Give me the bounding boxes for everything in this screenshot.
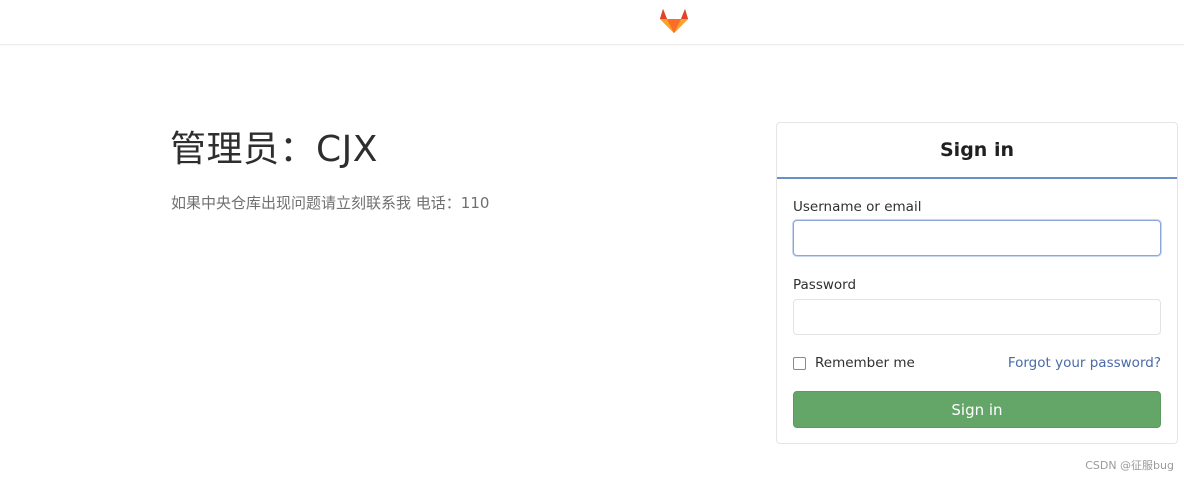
remember-me-checkbox[interactable] — [793, 356, 806, 370]
top-navbar — [0, 0, 1184, 45]
gitlab-logo-icon[interactable] — [659, 6, 689, 34]
watermark: CSDN @征服bug — [1085, 459, 1174, 472]
page-title: 管理员：CJX — [170, 129, 378, 170]
remember-me-label[interactable]: Remember me — [815, 355, 915, 371]
username-input[interactable] — [793, 220, 1161, 256]
password-input[interactable] — [793, 299, 1161, 335]
login-box: Sign in Username or email Password Remem… — [776, 122, 1178, 444]
remember-me: Remember me — [793, 355, 915, 371]
password-label: Password — [793, 277, 857, 293]
forgot-password-link[interactable]: Forgot your password? — [1008, 355, 1161, 371]
username-label: Username or email — [793, 199, 922, 215]
tab-sign-in[interactable]: Sign in — [777, 123, 1177, 179]
sign-in-button[interactable]: Sign in — [793, 391, 1161, 428]
page-description: 如果中央仓库出现问题请立刻联系我 电话：110 — [171, 194, 490, 212]
